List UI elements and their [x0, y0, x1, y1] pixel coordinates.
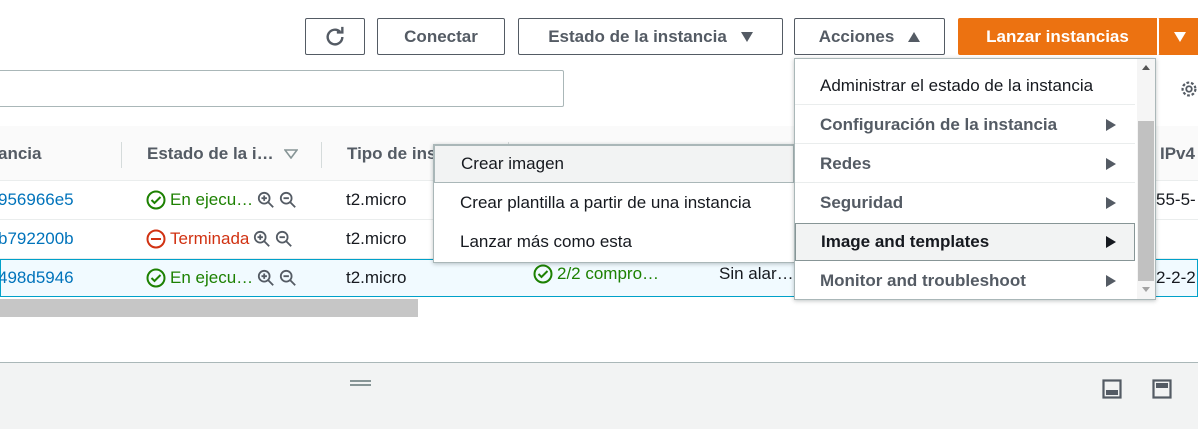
col-header-type[interactable]: Tipo de ins: [347, 144, 436, 164]
menu-scrollbar-thumb[interactable]: [1138, 121, 1154, 281]
resize-handle-icon[interactable]: [350, 380, 371, 386]
submenu-item-launch-more[interactable]: Lanzar más como esta: [434, 223, 794, 261]
zoom-in-icon[interactable]: [257, 269, 275, 287]
check-circle-icon: [146, 268, 166, 288]
search-input[interactable]: [0, 70, 564, 107]
alarm-cell[interactable]: Sin alar…: [719, 264, 794, 284]
caret-down-icon: [740, 31, 753, 42]
actions-button[interactable]: Acciones: [794, 18, 945, 55]
connect-button[interactable]: Conectar: [377, 18, 505, 55]
status-check-label: 2/2 compro…: [557, 264, 660, 283]
ipv4-cell: 2-2-2: [1156, 268, 1196, 287]
horizontal-scrollbar[interactable]: [0, 299, 418, 317]
col-header-state-label: Estado de la i…: [147, 144, 274, 163]
connect-label: Conectar: [404, 26, 478, 46]
launch-instances-button[interactable]: Lanzar instancias: [958, 18, 1157, 55]
chevron-right-icon: [1106, 236, 1116, 248]
filter-caret-icon: [283, 149, 298, 159]
instance-id-link[interactable]: 498d5946: [0, 268, 74, 288]
type-cell: t2.micro: [346, 190, 407, 209]
instance-id-link[interactable]: 956966e5: [0, 190, 74, 210]
split-panel-footer: [0, 362, 1198, 429]
menu-item-monitor[interactable]: Monitor and troubleshoot: [795, 262, 1135, 300]
panel-side-icon[interactable]: [1152, 379, 1172, 399]
menu-item-image-templates[interactable]: Image and templates: [795, 223, 1135, 261]
instance-state-label: Estado de la instancia: [548, 26, 727, 46]
menu-item-manage-state[interactable]: Administrar el estado de la instancia: [795, 67, 1135, 105]
refresh-button[interactable]: [305, 18, 365, 55]
submenu-item-create-image[interactable]: Crear imagen: [434, 145, 794, 183]
menu-item-networking[interactable]: Redes: [795, 145, 1135, 183]
ipv4-cell: 55-5-: [1156, 190, 1196, 209]
zoom-out-icon[interactable]: [279, 269, 297, 287]
gear-icon[interactable]: [1178, 78, 1198, 100]
actions-menu: Administrar el estado de la instancia Co…: [794, 58, 1156, 300]
col-header-state[interactable]: Estado de la i…: [147, 144, 298, 164]
launch-dropdown-button[interactable]: [1158, 18, 1198, 55]
state-cell: Terminada: [146, 229, 293, 249]
submenu-item-create-template[interactable]: Crear plantilla a partir de una instanci…: [434, 184, 794, 222]
refresh-icon: [326, 26, 344, 46]
submenu-item-label: Lanzar más como esta: [460, 232, 632, 251]
menu-scroll-down-icon[interactable]: [1142, 287, 1150, 292]
menu-scroll-up-icon[interactable]: [1142, 65, 1150, 70]
state-cell: En ejecu…: [146, 190, 297, 210]
launch-label: Lanzar instancias: [986, 26, 1129, 46]
state-label: Terminada: [170, 229, 250, 248]
caret-up-icon: [908, 31, 921, 42]
state-label: En ejecu…: [170, 268, 254, 287]
menu-item-label: Redes: [820, 153, 872, 173]
type-cell: t2.micro: [346, 229, 407, 248]
panel-bottom-icon[interactable]: [1102, 379, 1122, 399]
chevron-right-icon: [1106, 197, 1116, 209]
zoom-out-icon[interactable]: [275, 230, 293, 248]
zoom-in-icon[interactable]: [257, 191, 275, 209]
chevron-right-icon: [1106, 275, 1116, 287]
minus-circle-icon: [146, 229, 166, 249]
zoom-in-icon[interactable]: [253, 230, 271, 248]
actions-label: Acciones: [818, 26, 895, 46]
menu-item-label: Administrar el estado de la instancia: [820, 75, 1094, 95]
menu-item-label: Monitor and troubleshoot: [820, 271, 1026, 290]
menu-item-label: Seguridad: [820, 193, 904, 212]
type-cell: t2.micro: [346, 268, 407, 287]
state-cell: En ejecu…: [146, 268, 297, 288]
menu-item-instance-config[interactable]: Configuración de la instancia: [795, 106, 1135, 144]
menu-item-label: Image and templates: [821, 232, 990, 251]
image-templates-submenu: Crear imagen Crear plantilla a partir de…: [433, 144, 795, 263]
check-circle-icon: [146, 190, 166, 210]
menu-item-security[interactable]: Seguridad: [795, 184, 1135, 222]
col-header-instance[interactable]: ancia: [0, 144, 41, 164]
check-circle-icon: [533, 264, 553, 284]
instance-state-button[interactable]: Estado de la instancia: [518, 18, 783, 55]
caret-down-icon: [1174, 31, 1186, 42]
column-divider: [121, 142, 122, 168]
status-check-cell: 2/2 compro…: [533, 264, 659, 284]
column-divider: [321, 142, 322, 168]
col-header-ipv4[interactable]: IPv4: [1160, 144, 1195, 164]
chevron-right-icon: [1106, 158, 1116, 170]
chevron-right-icon: [1106, 119, 1116, 131]
menu-item-label: Configuración de la instancia: [820, 114, 1058, 134]
state-label: En ejecu…: [170, 190, 254, 209]
submenu-item-label: Crear imagen: [461, 154, 564, 173]
submenu-item-label: Crear plantilla a partir de una instanci…: [460, 193, 752, 212]
instance-id-link[interactable]: b792200b: [0, 229, 74, 249]
zoom-out-icon[interactable]: [279, 191, 297, 209]
